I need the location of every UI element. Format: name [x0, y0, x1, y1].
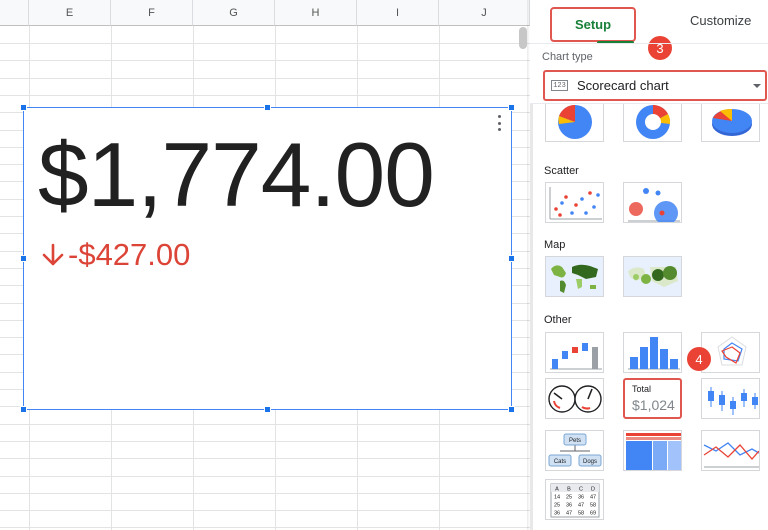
column-header-label: J — [481, 6, 487, 19]
table-thumb-grid: A B C D 14 25 36 47 25 36 47 58 36 47 58 69 — [550, 483, 600, 518]
chart-option-organizational[interactable]: Pets Cats Dogs — [545, 430, 604, 471]
grid-row-line — [0, 493, 530, 494]
chart-option-geo-markers[interactable] — [623, 256, 682, 297]
scorecard-thumb-value: $1,024 — [632, 397, 675, 413]
table-thumb-cell: 58 — [578, 511, 584, 517]
table-thumb-cell: 58 — [590, 503, 596, 509]
resize-handle-right[interactable] — [508, 255, 515, 262]
grid-row-line — [0, 441, 530, 442]
scorecard-chart[interactable]: $1,774.00 -$427.00 — [23, 107, 512, 410]
column-header-f[interactable]: F — [111, 0, 193, 26]
tab-customize[interactable]: Customize — [690, 13, 751, 28]
table-thumb-cell: 36 — [578, 495, 584, 501]
section-title-other: Other — [544, 314, 572, 326]
resize-handle-left[interactable] — [20, 255, 27, 262]
grid-row-line — [0, 43, 530, 44]
chart-type-dropdown[interactable]: 123 Scorecard chart — [543, 70, 767, 101]
section-title-map: Map — [544, 239, 566, 251]
tabs-divider — [530, 43, 768, 44]
table-thumb-cell: 14 — [554, 495, 560, 501]
org-thumb-right: Dogs — [583, 459, 597, 465]
column-header-label: F — [148, 6, 155, 19]
chart-type-label: Chart type — [542, 51, 593, 63]
grid-row-line — [0, 458, 530, 459]
org-thumb-top: Pets — [569, 438, 581, 444]
tab-setup-label: Setup — [574, 17, 612, 32]
arrow-down-icon — [42, 243, 64, 265]
column-header-g[interactable]: G — [193, 0, 275, 26]
chart-option-pie[interactable] — [545, 104, 604, 142]
table-thumb-cell: 36 — [566, 503, 572, 509]
tab-setup[interactable]: Setup — [550, 7, 636, 44]
column-header-partial — [0, 0, 29, 26]
table-thumb-cell: C — [579, 487, 583, 493]
grid-row-line — [0, 510, 530, 511]
scorecard-thumb-title: Total — [632, 384, 652, 394]
table-thumb-cell: 47 — [566, 511, 572, 517]
table-thumb-cell: 47 — [590, 495, 596, 501]
scorecard-chart-icon: 123 — [551, 80, 568, 91]
table-thumb-cell: 25 — [566, 495, 572, 501]
chart-option-scatter[interactable] — [545, 182, 604, 223]
column-header-e[interactable]: E — [29, 0, 111, 26]
table-thumb-cell: D — [591, 487, 595, 493]
chart-option-scorecard[interactable]: Total $1,024 — [623, 378, 682, 419]
dropdown-arrow-icon — [753, 84, 761, 88]
chart-type-value: Scorecard chart — [577, 78, 669, 93]
grid-row-line — [0, 476, 530, 477]
column-header-j[interactable]: J — [439, 0, 530, 26]
table-thumb-cell: 69 — [590, 511, 596, 517]
grid-row-line — [0, 424, 530, 425]
table-thumb-cell: A — [555, 487, 559, 493]
column-header-label: H — [311, 6, 320, 19]
chart-type-gallery[interactable]: Scatter Map Other 4 Total $1,024 Pets Ca… — [530, 103, 768, 530]
gallery-scrollbar[interactable] — [530, 104, 533, 530]
column-header-label: G — [229, 6, 238, 19]
screen: E F G H I J $1,774.00 -$427.00 Setup Cus… — [0, 0, 768, 530]
chart-option-gauge[interactable] — [545, 378, 604, 419]
org-thumb-left: Cats — [554, 459, 566, 465]
table-thumb-cell: B — [567, 487, 571, 493]
table-thumb-cell: 25 — [554, 503, 560, 509]
column-header-h[interactable]: H — [275, 0, 357, 26]
resize-handle-top-left[interactable] — [20, 104, 27, 111]
chart-more-options-icon[interactable] — [496, 115, 502, 131]
section-title-scatter: Scatter — [544, 165, 579, 177]
column-header-i[interactable]: I — [357, 0, 439, 26]
chart-option-radar[interactable] — [701, 332, 760, 373]
resize-handle-bottom-right[interactable] — [508, 406, 515, 413]
grid-row-line — [0, 60, 530, 61]
grid-row-line — [0, 78, 530, 79]
step-badge-4: 4 — [687, 347, 711, 371]
chart-option-candlestick[interactable] — [701, 378, 760, 419]
chart-option-3d-pie[interactable] — [701, 104, 760, 142]
chart-option-bubble[interactable] — [623, 182, 682, 223]
resize-handle-top-right[interactable] — [508, 104, 515, 111]
chart-option-waterfall[interactable] — [545, 332, 604, 373]
table-thumb-cell: 36 — [554, 511, 560, 517]
resize-handle-bottom[interactable] — [264, 406, 271, 413]
resize-handle-bottom-left[interactable] — [20, 406, 27, 413]
chart-option-doughnut[interactable] — [623, 104, 682, 142]
chart-option-timeline[interactable] — [701, 430, 760, 471]
scorecard-key-value: $1,774.00 — [38, 125, 435, 226]
resize-handle-top[interactable] — [264, 104, 271, 111]
table-thumb-cell: 47 — [578, 503, 584, 509]
scorecard-delta-value: -$427.00 — [68, 237, 191, 272]
vertical-scrollbar-thumb[interactable] — [519, 27, 527, 49]
column-header-label: I — [395, 6, 400, 19]
step-badge-3: 3 — [648, 36, 672, 60]
chart-option-treemap[interactable] — [623, 430, 682, 471]
grid-row-line — [0, 95, 530, 96]
chart-editor-panel: Setup Customize 3 Chart type 123 Scoreca… — [530, 0, 768, 530]
grid-row-line — [0, 527, 530, 528]
chart-option-table[interactable]: A B C D 14 25 36 47 25 36 47 58 36 47 58 69 — [545, 479, 604, 520]
chart-option-histogram[interactable] — [623, 332, 682, 373]
chart-option-geo[interactable] — [545, 256, 604, 297]
scorecard-delta: -$427.00 — [40, 239, 190, 270]
column-header-label: E — [65, 6, 74, 19]
spreadsheet-grid[interactable]: E F G H I J $1,774.00 -$427.00 — [0, 0, 530, 530]
